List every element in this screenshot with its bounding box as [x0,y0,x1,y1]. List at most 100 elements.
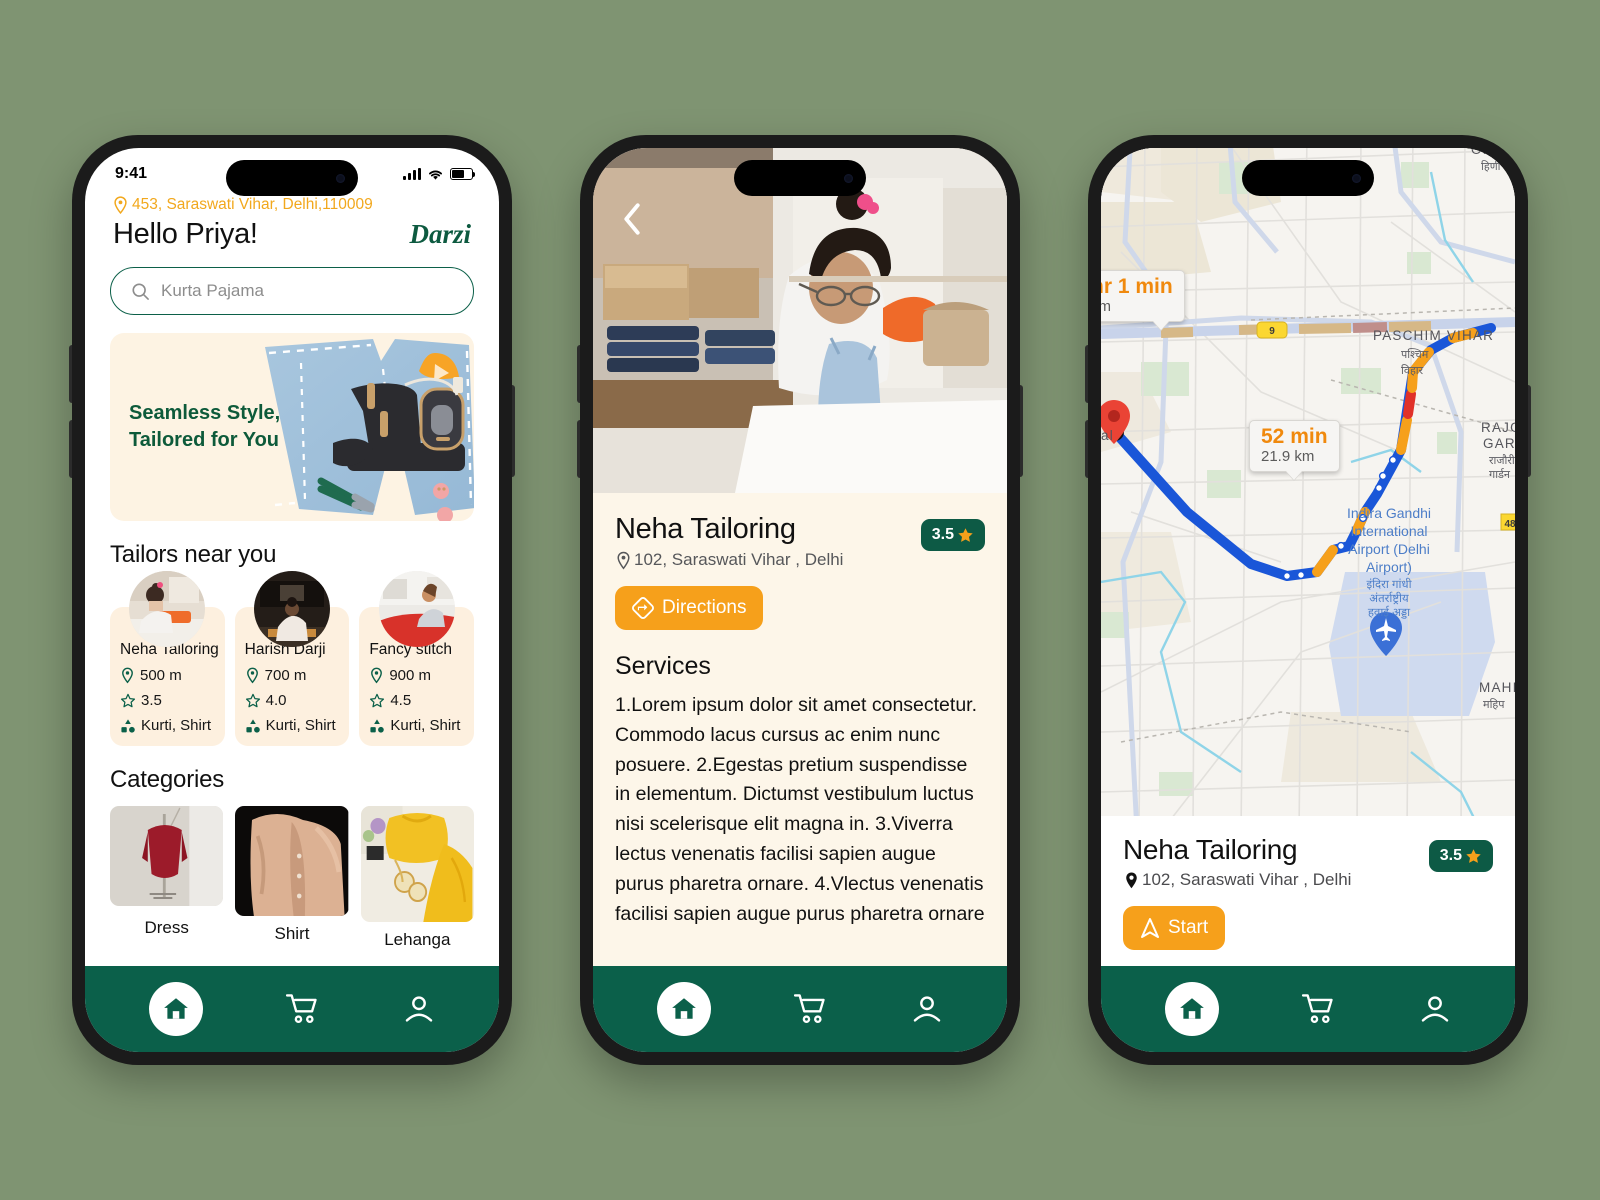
power-button[interactable] [512,385,515,477]
nav-profile-button[interactable] [403,993,435,1025]
tailor-tags: Kurti, Shirt [369,717,464,734]
shop-name: Neha Tailoring [1123,834,1298,865]
tailor-card[interactable]: Fancy stitch 900 m 4.5 Kurti, Shirt [359,571,475,746]
greeting-row: Hello Priya! Darzi [85,214,499,251]
tailor-distance: 700 m [245,667,340,684]
nav-home-button[interactable] [656,982,711,1036]
tailor-rating: 4.5 [369,692,464,709]
rating-text: 3.5 [141,692,162,709]
avatar [129,571,206,647]
tailor-tags: Kurti, Shirt [245,717,340,734]
screen-detail: 9:41 Neha Tailoring 10 [593,148,1007,1052]
highway-shield-48: 48 [1500,513,1515,531]
status-badge: 3.5 [920,519,985,551]
back-button[interactable] [615,202,649,236]
directions-button[interactable]: Directions [615,586,764,630]
search-input[interactable]: Kurta Pajama [110,267,474,315]
promo-line-2: Tailored for You [129,429,280,451]
nav-home-button[interactable] [1164,982,1219,1036]
shop-identity: Neha Tailoring 102, Saraswati Vihar , De… [615,513,843,570]
chevron-left-icon [624,203,640,235]
power-button[interactable] [1020,385,1023,477]
nav-profile-button[interactable] [1419,993,1451,1025]
nav-cart-button[interactable] [285,993,320,1025]
map-label-rajouri: RAJOURI [1481,420,1515,435]
map-label-paschim-vihar-hi: पश्चिम [1401,348,1429,361]
shop-detail-card: Neha Tailoring 102, Saraswati Vihar , De… [593,493,1007,966]
category-icon [246,718,260,733]
home-icon [671,998,696,1019]
services-text: 1.Lorem ipsum dolor sit amet consectetur… [615,694,985,925]
nav-home-button[interactable] [148,982,203,1036]
rating-text: 4.0 [265,692,287,709]
start-navigation-button[interactable]: Start [1123,906,1226,950]
avatar [378,571,455,647]
status-time: 9:41 [115,165,148,182]
shop-name: Neha Tailoring [615,513,796,545]
tailor-distance: 500 m [120,667,215,684]
location-pin-icon [122,667,133,684]
star-icon [120,693,136,707]
screen-home: 9:41 453, Saraswati Vihar, Delhi,110009 … [85,148,499,1052]
battery-icon [450,168,476,180]
category-label: Lehanga [384,930,451,949]
status-bar: 9:41 [593,148,1007,194]
svg-text:9: 9 [1269,326,1275,337]
phone-navigation: 9 48 OHINI हिणी PASCHIM VIHAR पश्चिम विह… [1085,135,1531,1065]
current-address[interactable]: 453, Saraswati Vihar, Delhi,110009 [85,194,499,214]
avatar [254,571,330,647]
home-content: 453, Saraswati Vihar, Delhi,110009 Hello… [85,194,499,966]
map-label-mahipalpur: MAHIPAL [1479,680,1515,695]
map-label-airport-2: International [1350,523,1427,539]
map-label-rajouri-hi: राजौरी [1489,454,1515,467]
category-item-dress[interactable]: Dress [110,806,224,950]
location-pin-icon [114,196,127,214]
map-label-airport-1: Indira Gandhi [1347,505,1431,521]
cellular-signal-icon [403,168,421,180]
phone-home: 9:41 453, Saraswati Vihar, Delhi,110009 … [69,135,515,1065]
category-item-lehanga[interactable]: Lehanga [360,806,474,950]
shop-header: Neha Tailoring 102, Saraswati Vihar , De… [1123,834,1493,890]
tailor-rating: 4.0 [245,692,340,709]
category-item-shirt[interactable]: Shirt [235,806,349,950]
services-title: Services [615,652,711,680]
cellular-signal-icon [1442,168,1460,180]
navigation-arrow-icon [1141,918,1159,938]
map-label-mahipalpur-hi: महिप [1483,698,1505,711]
map-view[interactable]: 9 48 OHINI हिणी PASCHIM VIHAR पश्चिम विह… [1101,148,1515,816]
directions-label: Directions [662,597,747,618]
shop-address-text: 102, Saraswati Vihar , Delhi [1142,870,1352,889]
tailor-tags: Kurti, Shirt [120,717,215,734]
nav-cart-button[interactable] [793,993,828,1025]
power-button[interactable] [1528,385,1531,477]
eta-secondary-distance: km [1101,297,1111,315]
star-icon [370,693,385,707]
category-image [235,806,349,916]
tailor-card[interactable]: Harish Darji 700 m 4.0 Kurti, Shirt [234,571,350,746]
address-text: 453, Saraswati Vihar, Delhi,110009 [132,196,373,213]
cart-icon [285,994,317,1023]
page-title: Hello Priya! [113,218,258,250]
tailors-section-title: Tailors near you [110,541,277,568]
map-label-airport-hi3: हवाई अड्डा [1368,605,1411,619]
location-pin-icon [371,667,383,684]
home-icon [1179,998,1204,1019]
tailor-card[interactable]: Neha Tailoring 500 m 3.5 Kurti, Shirt [110,571,225,746]
status-bar: 9:41 [85,148,499,194]
nav-cart-button[interactable] [1301,993,1336,1025]
distance-text: 900 m [389,667,432,684]
promo-banner[interactable]: Seamless Style, Tailored for You [110,333,474,521]
brand-logo: Darzi [409,219,471,249]
eta-primary-bubble[interactable]: 52 min 21.9 km [1249,420,1340,473]
bottom-navigation [1101,966,1515,1052]
eta-secondary-bubble[interactable]: hr 1 min km [1101,270,1185,323]
promo-text: Seamless Style, Tailored for You [110,400,280,454]
nav-profile-button[interactable] [911,993,943,1025]
map-canvas: 9 48 OHINI हिणी PASCHIM VIHAR पश्चिम विह… [1101,148,1515,816]
screen-navigation: 9 48 OHINI हिणी PASCHIM VIHAR पश्चिम विह… [1101,148,1515,1052]
highway-shield-9: 9 [1256,321,1288,339]
rating-value: 3.5 [1439,847,1462,864]
status-bar: 9:41 [1101,148,1515,194]
shop-identity: Neha Tailoring 102, Saraswati Vihar , De… [1123,834,1351,890]
search-placeholder: Kurta Pajama [161,281,264,300]
